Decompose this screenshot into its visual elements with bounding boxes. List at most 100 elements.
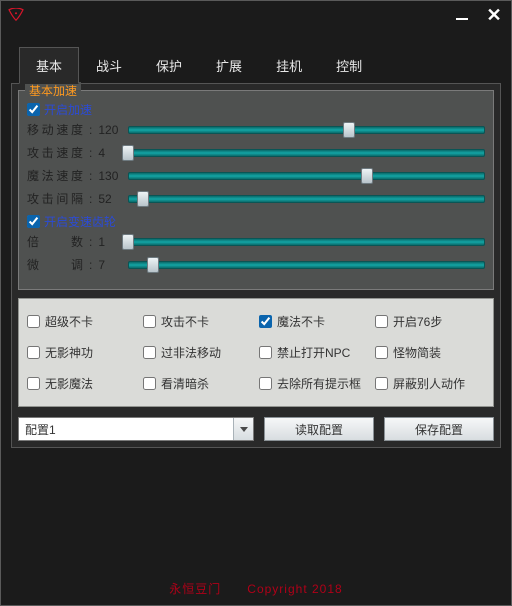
tab-control[interactable]: 控制 [319, 47, 379, 84]
option-item: 无影魔法 [27, 375, 137, 392]
tab-idle[interactable]: 挂机 [259, 47, 319, 84]
option-checkbox-7[interactable] [375, 346, 388, 359]
enable-gear-checkbox[interactable] [27, 215, 40, 228]
slider-thumb[interactable] [343, 122, 355, 138]
option-checkbox-9[interactable] [143, 377, 156, 390]
slider-track [128, 195, 485, 203]
slider-value: 130 [98, 169, 122, 183]
option-checkbox-0[interactable] [27, 315, 40, 328]
enable-gear-row: 开启变速齿轮 [27, 213, 485, 230]
option-checkbox-11[interactable] [375, 377, 388, 390]
slider-track [128, 126, 485, 134]
slider-row: 魔法速度:130 [27, 167, 485, 184]
enable-gear-label: 开启变速齿轮 [44, 213, 116, 230]
option-label: 魔法不卡 [277, 313, 325, 330]
slider-thumb[interactable] [361, 168, 373, 184]
options-grid: 超级不卡 攻击不卡 魔法不卡 开启76步无影神功 过非法移动 禁止打开NPC 怪物简装无影魔… [18, 298, 494, 407]
slider-label: 微 调 [27, 256, 83, 273]
slider-value: 7 [98, 258, 122, 272]
app-window: ✕ 基本 战斗 保护 扩展 挂机 控制 基本加速 开启加速 移动速度:120 攻击… [0, 0, 512, 606]
config-select[interactable]: 配置1 [18, 417, 254, 441]
option-label: 超级不卡 [45, 313, 93, 330]
slider-value: 1 [98, 235, 122, 249]
option-item: 怪物简装 [375, 344, 485, 361]
tab-panel-basic: 基本加速 开启加速 移动速度:120攻击速度:4魔法速度:130攻击间隔:52 … [11, 83, 501, 448]
slider-label: 攻击速度 [27, 144, 83, 161]
slider-track [128, 149, 485, 157]
option-label: 看清暗杀 [161, 375, 209, 392]
speed-fieldset: 基本加速 开启加速 移动速度:120攻击速度:4魔法速度:130攻击间隔:52 … [18, 90, 494, 290]
slider-b-0[interactable] [128, 235, 485, 249]
option-checkbox-4[interactable] [27, 346, 40, 359]
option-label: 怪物简装 [393, 344, 441, 361]
option-item: 魔法不卡 [259, 313, 369, 330]
slider-value: 52 [98, 192, 122, 206]
slider-row: 倍 数:1 [27, 233, 485, 250]
slider-b-1[interactable] [128, 258, 485, 272]
option-checkbox-6[interactable] [259, 346, 272, 359]
slider-a-2[interactable] [128, 169, 485, 183]
option-item: 屏蔽别人动作 [375, 375, 485, 392]
tab-protect[interactable]: 保护 [139, 47, 199, 84]
load-config-button[interactable]: 读取配置 [264, 417, 374, 441]
option-checkbox-10[interactable] [259, 377, 272, 390]
chevron-down-icon [233, 418, 253, 440]
slider-row: 攻击间隔:52 [27, 190, 485, 207]
slider-a-0[interactable] [128, 123, 485, 137]
save-config-button[interactable]: 保存配置 [384, 417, 494, 441]
slider-value: 120 [98, 123, 122, 137]
option-item: 开启76步 [375, 313, 485, 330]
fieldset-legend: 基本加速 [25, 82, 81, 99]
option-label: 屏蔽别人动作 [393, 375, 465, 392]
slider-a-3[interactable] [128, 192, 485, 206]
slider-track [128, 172, 485, 180]
config-row: 配置1 读取配置 保存配置 [18, 417, 494, 441]
option-label: 过非法移动 [161, 344, 221, 361]
slider-label: 攻击间隔 [27, 190, 83, 207]
slider-label: 移动速度 [27, 121, 83, 138]
option-label: 无影魔法 [45, 375, 93, 392]
minimize-button[interactable] [451, 4, 473, 26]
tab-bar: 基本 战斗 保护 扩展 挂机 控制 [1, 29, 511, 84]
option-item: 过非法移动 [143, 344, 253, 361]
slider-row: 微 调:7 [27, 256, 485, 273]
option-label: 无影神功 [45, 344, 93, 361]
option-checkbox-3[interactable] [375, 315, 388, 328]
option-item: 看清暗杀 [143, 375, 253, 392]
tab-basic[interactable]: 基本 [19, 47, 79, 84]
config-select-value: 配置1 [25, 421, 56, 438]
close-button[interactable]: ✕ [483, 4, 505, 26]
slider-thumb[interactable] [122, 234, 134, 250]
option-label: 开启76步 [393, 313, 442, 330]
enable-speed-row: 开启加速 [27, 101, 485, 118]
enable-speed-label: 开启加速 [44, 101, 92, 118]
option-label: 攻击不卡 [161, 313, 209, 330]
slider-label: 魔法速度 [27, 167, 83, 184]
slider-thumb[interactable] [122, 145, 134, 161]
slider-thumb[interactable] [137, 191, 149, 207]
option-checkbox-1[interactable] [143, 315, 156, 328]
option-label: 禁止打开NPC [277, 344, 350, 361]
titlebar: ✕ [1, 1, 511, 29]
option-item: 禁止打开NPC [259, 344, 369, 361]
option-checkbox-8[interactable] [27, 377, 40, 390]
slider-label: 倍 数 [27, 233, 83, 250]
slider-a-1[interactable] [128, 146, 485, 160]
slider-track [128, 238, 485, 246]
option-item: 攻击不卡 [143, 313, 253, 330]
option-label: 去除所有提示框 [277, 375, 361, 392]
slider-row: 攻击速度:4 [27, 144, 485, 161]
slider-thumb[interactable] [147, 257, 159, 273]
tab-extend[interactable]: 扩展 [199, 47, 259, 84]
slider-value: 4 [98, 146, 122, 160]
slider-track [128, 261, 485, 269]
option-checkbox-2[interactable] [259, 315, 272, 328]
option-checkbox-5[interactable] [143, 346, 156, 359]
window-controls: ✕ [451, 4, 505, 26]
option-item: 超级不卡 [27, 313, 137, 330]
app-logo-icon [7, 8, 25, 22]
slider-row: 移动速度:120 [27, 121, 485, 138]
tab-combat[interactable]: 战斗 [79, 47, 139, 84]
enable-speed-checkbox[interactable] [27, 103, 40, 116]
option-item: 去除所有提示框 [259, 375, 369, 392]
